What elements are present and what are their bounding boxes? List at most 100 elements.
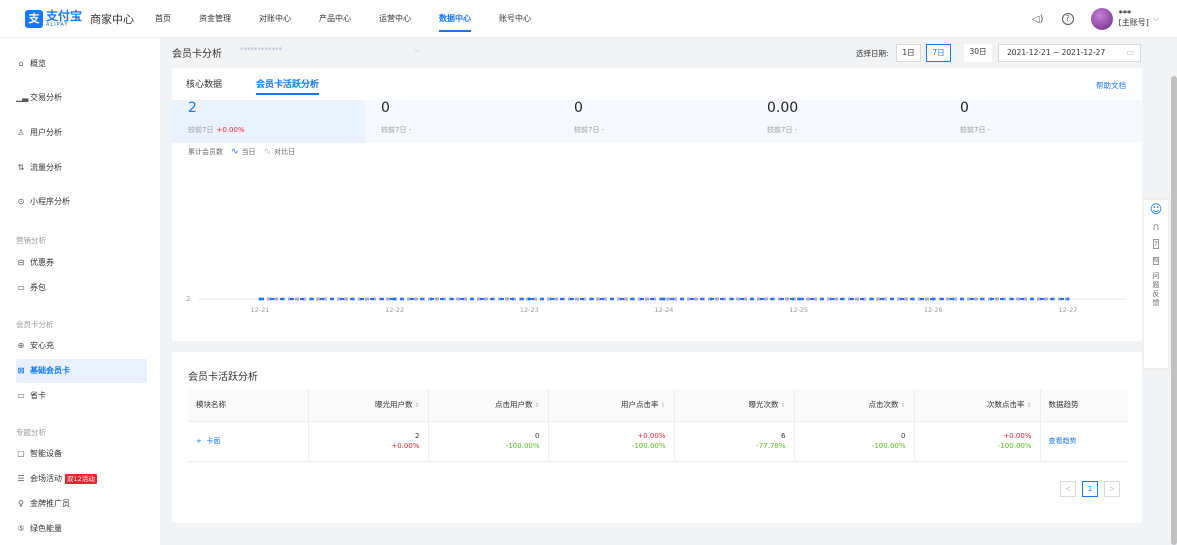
store-selector[interactable]: ************: [240, 46, 282, 54]
robot-icon[interactable]: ☺: [1150, 202, 1163, 216]
kpi-2[interactable]: 0 较前7日 -: [365, 100, 558, 143]
range-7-day-button[interactable]: 7日: [926, 44, 951, 62]
sidebar-item-traffic[interactable]: ⇅ 流量分析: [16, 159, 62, 177]
cell-user-ctr: +0.00% -100.00%: [548, 421, 675, 462]
chevron-down-icon[interactable]: ⌵: [414, 46, 419, 55]
sidebar-item-venue-activity[interactable]: ☰ 会场活动 双12活动: [16, 470, 97, 488]
feedback-button[interactable]: 问 题 反 馈: [1153, 272, 1160, 308]
view-trend-link[interactable]: 查看趋势: [1049, 437, 1077, 445]
date-label: 选择日期:: [856, 49, 889, 58]
pager-prev[interactable]: <: [1060, 481, 1076, 497]
top-nav-bar: 支 支付宝 ALIPAY 商家中心 首页 资金管理 对账中心 产品中心 运营中心…: [0, 0, 1177, 38]
calendar-icon: ▭: [1126, 48, 1134, 57]
sidebar-item-basic-member-card[interactable]: ⊠ 基础会员卡: [16, 362, 70, 380]
help-icon[interactable]: ?: [1061, 12, 1075, 26]
logo-en-text: ALIPAY: [46, 21, 69, 28]
sort-icon: ⇕: [534, 402, 540, 410]
sidebar-item-promoter[interactable]: ♀ 金牌推广员: [16, 495, 70, 513]
col-exposure-count[interactable]: 曝光次数 ⇕: [674, 389, 795, 422]
col-click-users[interactable]: 点击用户数 ⇕: [428, 389, 549, 422]
cell-exposure-count: 6 -77.78%: [674, 421, 795, 462]
account-menu[interactable]: *** [主账号]: [1118, 9, 1149, 28]
x-tick-label: 12-26: [924, 306, 943, 314]
sidebar-item-trade[interactable]: ▁▃ 交易分析: [16, 89, 62, 107]
nav-data-center[interactable]: 数据中心: [439, 0, 472, 38]
avatar[interactable]: [1090, 8, 1113, 30]
brand-name: 商家中心: [90, 12, 135, 26]
help-doc-link[interactable]: 帮助文档: [1096, 80, 1126, 91]
range-30-day-button[interactable]: 30日: [964, 44, 992, 62]
cell-exposure-users: 2 +0.00%: [308, 421, 429, 462]
cell-module[interactable]: + 卡面: [188, 421, 309, 462]
kpi-5[interactable]: 0 较前7日 -: [944, 100, 1137, 143]
table-header-row: 模块名称 曝光用户数 ⇕ 点击用户数 ⇕ 用户点击率 ⇕ 曝光次数 ⇕ 点击次数 ⇕ 次数…: [188, 389, 1128, 422]
new-icon[interactable]: N: [1153, 255, 1159, 266]
x-tick-label: 12-23: [520, 306, 539, 314]
expand-toggle[interactable]: +: [196, 437, 202, 445]
account-type: [主账号]: [1118, 18, 1149, 27]
nav-funds[interactable]: 资金管理: [199, 0, 231, 38]
nav-products[interactable]: 产品中心: [319, 0, 351, 38]
data-point-current: [797, 297, 801, 301]
data-point-current: [931, 297, 935, 301]
module-name[interactable]: 卡面: [206, 437, 220, 445]
alipay-logo[interactable]: 支 支付宝 ALIPAY 商家中心: [25, 9, 135, 28]
kpi-3[interactable]: 0 较前7日 -: [558, 100, 751, 143]
nav-reconciliation[interactable]: 对账中心: [259, 0, 291, 38]
nav-home[interactable]: 首页: [155, 0, 171, 38]
sidebar-item-voucher-pack[interactable]: ▭ 券包: [16, 279, 46, 297]
col-user-ctr[interactable]: 用户点击率 ⇕: [548, 389, 675, 422]
table-title: 会员卡活跃分析: [188, 372, 258, 383]
tab-member-activity[interactable]: 会员卡活跃分析: [256, 77, 320, 95]
question-icon[interactable]: ?: [1153, 239, 1159, 249]
main-nav: 首页 资金管理 对账中心 产品中心 运营中心 数据中心 账号中心: [155, 0, 531, 38]
data-point-current: [393, 297, 397, 301]
sidebar-group-marketing: 营销分析: [16, 236, 46, 245]
headset-icon[interactable]: ∩: [1152, 222, 1159, 233]
sort-icon: ⇕: [1026, 402, 1032, 410]
date-range-picker[interactable]: 2021-12-21 ~ 2021-12-27 ▭: [998, 44, 1141, 62]
activity-badge: 双12活动: [65, 474, 97, 484]
safe-charge-icon: ⊕: [17, 341, 25, 350]
scrollbar-thumb[interactable]: [1171, 76, 1177, 545]
traffic-icon: ⇅: [17, 163, 25, 172]
member-line-chart: 2 12-21 12-22 12-23 12-24 12-25 12-26 12-27: [186, 295, 1126, 314]
sort-icon: ⇕: [780, 402, 786, 410]
pager-next[interactable]: >: [1104, 481, 1120, 497]
page-title: 会员卡分析: [172, 49, 222, 60]
kpi-cumulative-members[interactable]: 2 较前7日 +0.00%: [172, 100, 365, 143]
sidebar-item-users[interactable]: ♙ 用户分析: [16, 124, 62, 142]
alipay-logo-icon: 支: [25, 9, 43, 28]
table-row: + 卡面 2 +0.00% 0 -100.00% +0.00% -100.00% 6-…: [188, 421, 1128, 462]
range-1-day-button[interactable]: 1日: [896, 44, 921, 62]
kpi-4[interactable]: 0.00 较前7日 -: [751, 100, 944, 143]
col-module: 模块名称: [188, 389, 309, 422]
tab-core-data[interactable]: 核心数据: [186, 77, 222, 90]
sidebar: ⌂ 概览 ▁▃ 交易分析 ♙ 用户分析 ⇅ 流量分析 ⊙ 小程序分析 营销分析 …: [0, 38, 160, 545]
nav-account[interactable]: 账号中心: [499, 0, 531, 38]
speaker-icon[interactable]: ◁): [1031, 12, 1045, 26]
coupon-icon: ⊟: [17, 258, 25, 267]
sidebar-item-safe-charge[interactable]: ⊕ 安心充: [16, 337, 54, 355]
sidebar-item-mini-program[interactable]: ⊙ 小程序分析: [16, 193, 70, 211]
sidebar-item-smart-device[interactable]: ▢ 智能设备: [16, 445, 62, 463]
col-click-count[interactable]: 点击次数 ⇕: [794, 389, 915, 422]
sidebar-item-saving-card[interactable]: ▭ 省卡: [16, 387, 46, 405]
green-energy-icon: ⑤: [17, 524, 25, 533]
floating-toolbar: ☺ ∩ ? N 问 题 反 馈: [1143, 199, 1169, 369]
core-data-card: 核心数据 会员卡活跃分析 帮助文档 2 较前7日 +0.00% 0 较前7日 - …: [172, 68, 1142, 341]
sidebar-item-green-energy[interactable]: ⑤ 绿色能量: [16, 520, 62, 538]
sidebar-item-overview[interactable]: ⌂ 概览: [16, 55, 46, 73]
venue-activity-icon: ☰: [17, 474, 25, 483]
chevron-down-icon[interactable]: ⌵: [1153, 14, 1159, 24]
sidebar-item-coupon[interactable]: ⊟ 优惠券: [16, 254, 54, 272]
col-exposure-users[interactable]: 曝光用户数 ⇕: [308, 389, 429, 422]
pager-page-1[interactable]: 1: [1082, 481, 1098, 497]
data-point-current: [258, 297, 262, 301]
voucher-pack-icon: ▭: [17, 283, 25, 292]
col-count-ctr[interactable]: 次数点击率 ⇕: [914, 389, 1041, 422]
x-tick-label: 12-27: [1059, 306, 1078, 314]
nav-operations[interactable]: 运营中心: [379, 0, 411, 38]
mini-program-icon: ⊙: [17, 197, 25, 206]
x-tick-label: 12-21: [251, 306, 270, 314]
